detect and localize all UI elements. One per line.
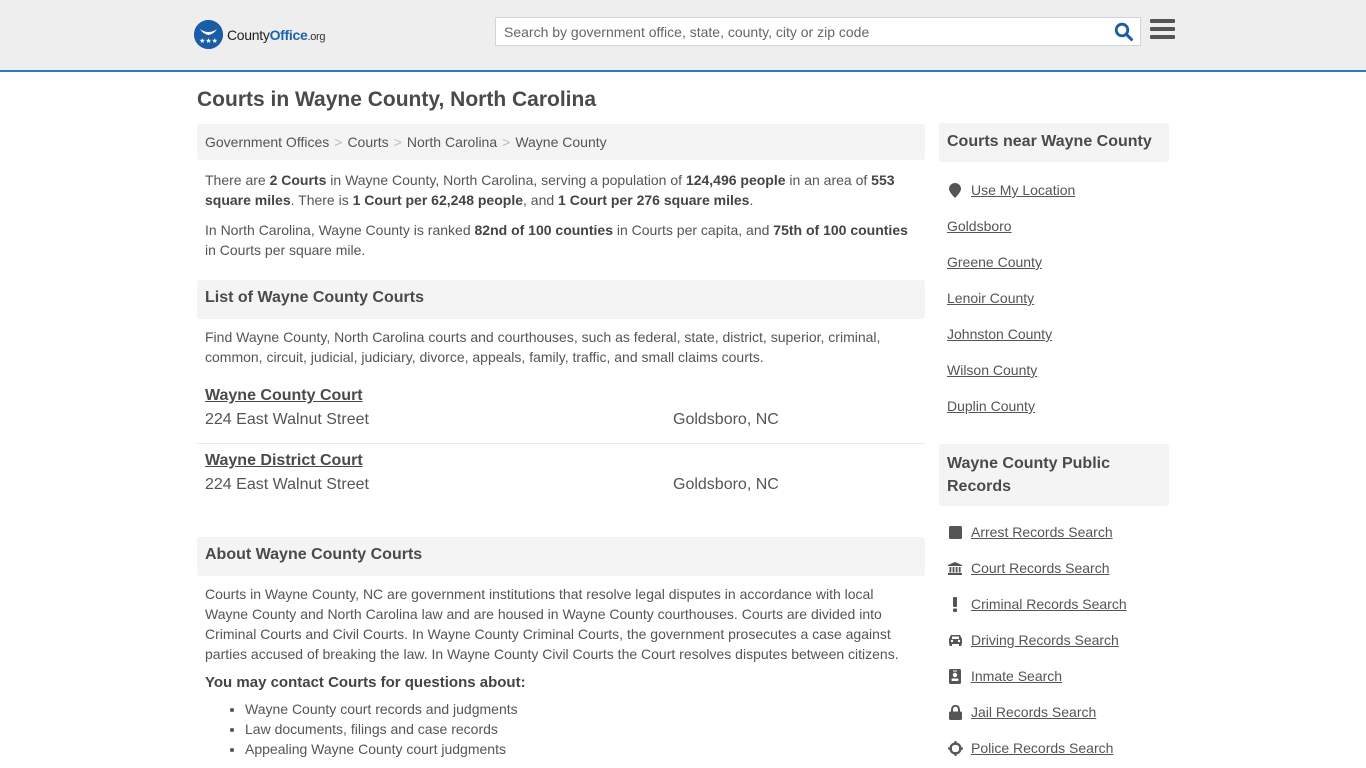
intro-ranking: In North Carolina, Wayne County is ranke…	[205, 222, 908, 258]
courthouse-icon	[947, 560, 963, 576]
list-section-heading: List of Wayne County Courts	[197, 280, 925, 319]
contact-topics-list: Wayne County court records and judgments…	[197, 699, 925, 759]
nearby-link-greene-county[interactable]: Greene County	[947, 254, 1042, 270]
search-button[interactable]	[1114, 22, 1134, 42]
records-item: Court Records Search	[947, 550, 1161, 586]
breadcrumb-courts[interactable]: Courts	[347, 134, 388, 150]
breadcrumb-separator: >	[334, 134, 343, 150]
court-city: Goldsboro, NC	[673, 411, 779, 428]
hamburger-menu-button[interactable]	[1150, 19, 1175, 41]
court-list-item: Wayne District Court 224 East Walnut Str…	[197, 444, 925, 509]
search-box	[495, 17, 1141, 46]
menu-bar-icon	[1150, 35, 1175, 39]
breadcrumb-separator: >	[393, 134, 402, 150]
records-item: Jail Records Search	[947, 694, 1161, 730]
nearby-item: Greene County	[947, 244, 1161, 280]
jail-records-link[interactable]: Jail Records Search	[971, 704, 1096, 720]
nearby-link-duplin-county[interactable]: Duplin County	[947, 398, 1035, 414]
nearby-item: Lenoir County	[947, 280, 1161, 316]
search-icon	[1114, 22, 1133, 41]
breadcrumb-wayne-county: Wayne County	[515, 134, 607, 150]
nearby-link-lenoir-county[interactable]: Lenoir County	[947, 290, 1034, 306]
nearby-link-wilson-county[interactable]: Wilson County	[947, 362, 1037, 378]
breadcrumb-government-offices[interactable]: Government Offices	[205, 134, 329, 150]
records-item: Police Records Search	[947, 730, 1161, 766]
records-item: Arrest Records Search	[947, 514, 1161, 550]
contact-heading: You may contact Courts for questions abo…	[205, 674, 526, 691]
court-list-item: Wayne County Court 224 East Walnut Stree…	[197, 379, 925, 444]
nearby-item: Johnston County	[947, 316, 1161, 352]
records-item: Criminal Records Search	[947, 586, 1161, 622]
about-section-heading: About Wayne County Courts	[197, 537, 925, 576]
nearby-link-johnston-county[interactable]: Johnston County	[947, 326, 1052, 342]
driving-records-link[interactable]: Driving Records Search	[971, 632, 1119, 648]
nearby-courts-list: Use My Location Goldsboro Greene County …	[939, 172, 1169, 424]
about-body: Courts in Wayne County, NC are governmen…	[205, 586, 899, 662]
id-badge-icon	[947, 668, 963, 684]
square-icon	[947, 524, 963, 540]
svg-text:★★★: ★★★	[199, 37, 218, 45]
map-marker-icon	[947, 182, 963, 198]
site-header: ★★★ CountyOffice.org	[0, 0, 1366, 72]
contact-topic-item: Wayne County court records and judgments	[245, 699, 925, 719]
criminal-records-link[interactable]: Criminal Records Search	[971, 596, 1127, 612]
nearby-item: Goldsboro	[947, 208, 1161, 244]
court-address: 224 East Walnut Street	[205, 411, 369, 428]
menu-bar-icon	[1150, 19, 1175, 23]
public-records-list: Arrest Records Search Court Records Sear…	[939, 514, 1169, 766]
nearby-link-goldsboro[interactable]: Goldsboro	[947, 218, 1012, 234]
use-my-location-item: Use My Location	[947, 172, 1161, 208]
sidebar: Courts near Wayne County Use My Location…	[939, 123, 1169, 766]
court-address: 224 East Walnut Street	[205, 476, 369, 493]
menu-bar-icon	[1150, 27, 1175, 31]
court-records-link[interactable]: Court Records Search	[971, 560, 1110, 576]
records-item: Driving Records Search	[947, 622, 1161, 658]
list-description: Find Wayne County, North Carolina courts…	[205, 329, 881, 365]
exclamation-icon	[947, 596, 963, 612]
use-my-location-link[interactable]: Use My Location	[971, 182, 1075, 198]
site-logo[interactable]: ★★★ CountyOffice.org	[194, 20, 326, 49]
court-list: Wayne County Court 224 East Walnut Stree…	[197, 379, 925, 509]
breadcrumb-separator: >	[502, 134, 511, 150]
arrest-records-link[interactable]: Arrest Records Search	[971, 524, 1113, 540]
nearby-item: Duplin County	[947, 388, 1161, 424]
nearby-courts-heading: Courts near Wayne County	[939, 123, 1169, 162]
contact-topic-item: Law documents, filings and case records	[245, 719, 925, 739]
crosshair-icon	[947, 740, 963, 756]
intro-statistics: There are 2 Courts in Wayne County, Nort…	[205, 172, 895, 208]
court-name-link[interactable]: Wayne County Court	[205, 387, 363, 405]
car-icon	[947, 632, 963, 648]
inmate-search-link[interactable]: Inmate Search	[971, 668, 1062, 684]
lock-icon	[947, 704, 963, 720]
logo-wordmark: CountyOffice.org	[227, 26, 326, 43]
contact-topic-item: Appealing Wayne County court judgments	[245, 739, 925, 759]
records-item: Inmate Search	[947, 658, 1161, 694]
main-content: Government Offices > Courts > North Carolina…	[197, 124, 925, 759]
court-name-link[interactable]: Wayne District Court	[205, 452, 363, 470]
nearby-item: Wilson County	[947, 352, 1161, 388]
search-input[interactable]	[496, 18, 1096, 45]
court-city: Goldsboro, NC	[673, 476, 779, 493]
breadcrumb-north-carolina[interactable]: North Carolina	[407, 134, 497, 150]
page-title: Courts in Wayne County, North Carolina	[197, 88, 597, 111]
eagle-logo-icon: ★★★	[194, 20, 223, 49]
public-records-heading: Wayne County Public Records	[939, 444, 1169, 506]
breadcrumb: Government Offices > Courts > North Carolina…	[197, 124, 925, 160]
police-records-link[interactable]: Police Records Search	[971, 740, 1113, 756]
